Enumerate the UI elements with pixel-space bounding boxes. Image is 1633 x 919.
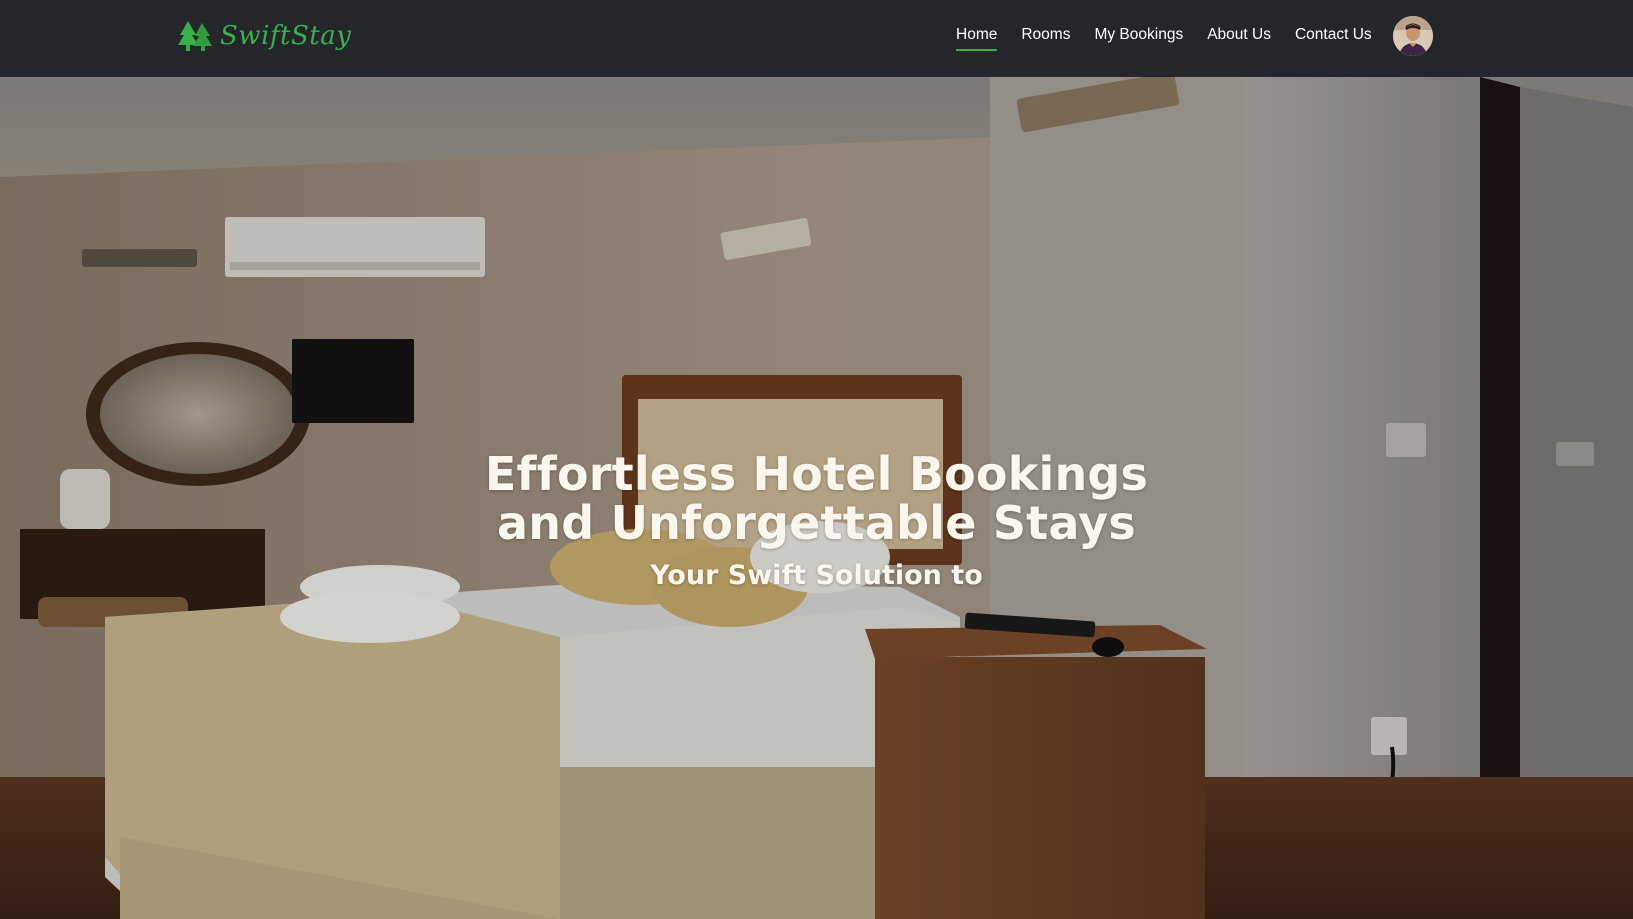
nav-about-us-link[interactable]: About Us: [1207, 26, 1271, 48]
main-nav: Home Rooms My Bookings About Us Contact …: [956, 26, 1372, 51]
brand-logo[interactable]: SwiftStay: [178, 16, 351, 56]
hero-content: Effortless Hotel Bookings and Unforgetta…: [0, 447, 1633, 592]
nav-home-link[interactable]: Home: [956, 26, 998, 51]
hero-title: Effortless Hotel Bookings and Unforgetta…: [484, 447, 1149, 550]
nav-contact-us-link[interactable]: Contact Us: [1295, 26, 1372, 48]
brand-name: SwiftStay: [220, 21, 352, 51]
user-avatar[interactable]: [1393, 16, 1433, 56]
hero-subtitle: Your Swift Solution to: [650, 560, 983, 591]
trees-logo-icon: [178, 21, 212, 51]
hero-section: Effortless Hotel Bookings and Unforgetta…: [0, 77, 1633, 919]
nav-my-bookings-link[interactable]: My Bookings: [1094, 26, 1183, 48]
navbar: SwiftStay Home Rooms My Bookings About U…: [0, 0, 1633, 77]
user-avatar-icon: [1393, 16, 1433, 56]
nav-rooms-link[interactable]: Rooms: [1021, 26, 1070, 48]
